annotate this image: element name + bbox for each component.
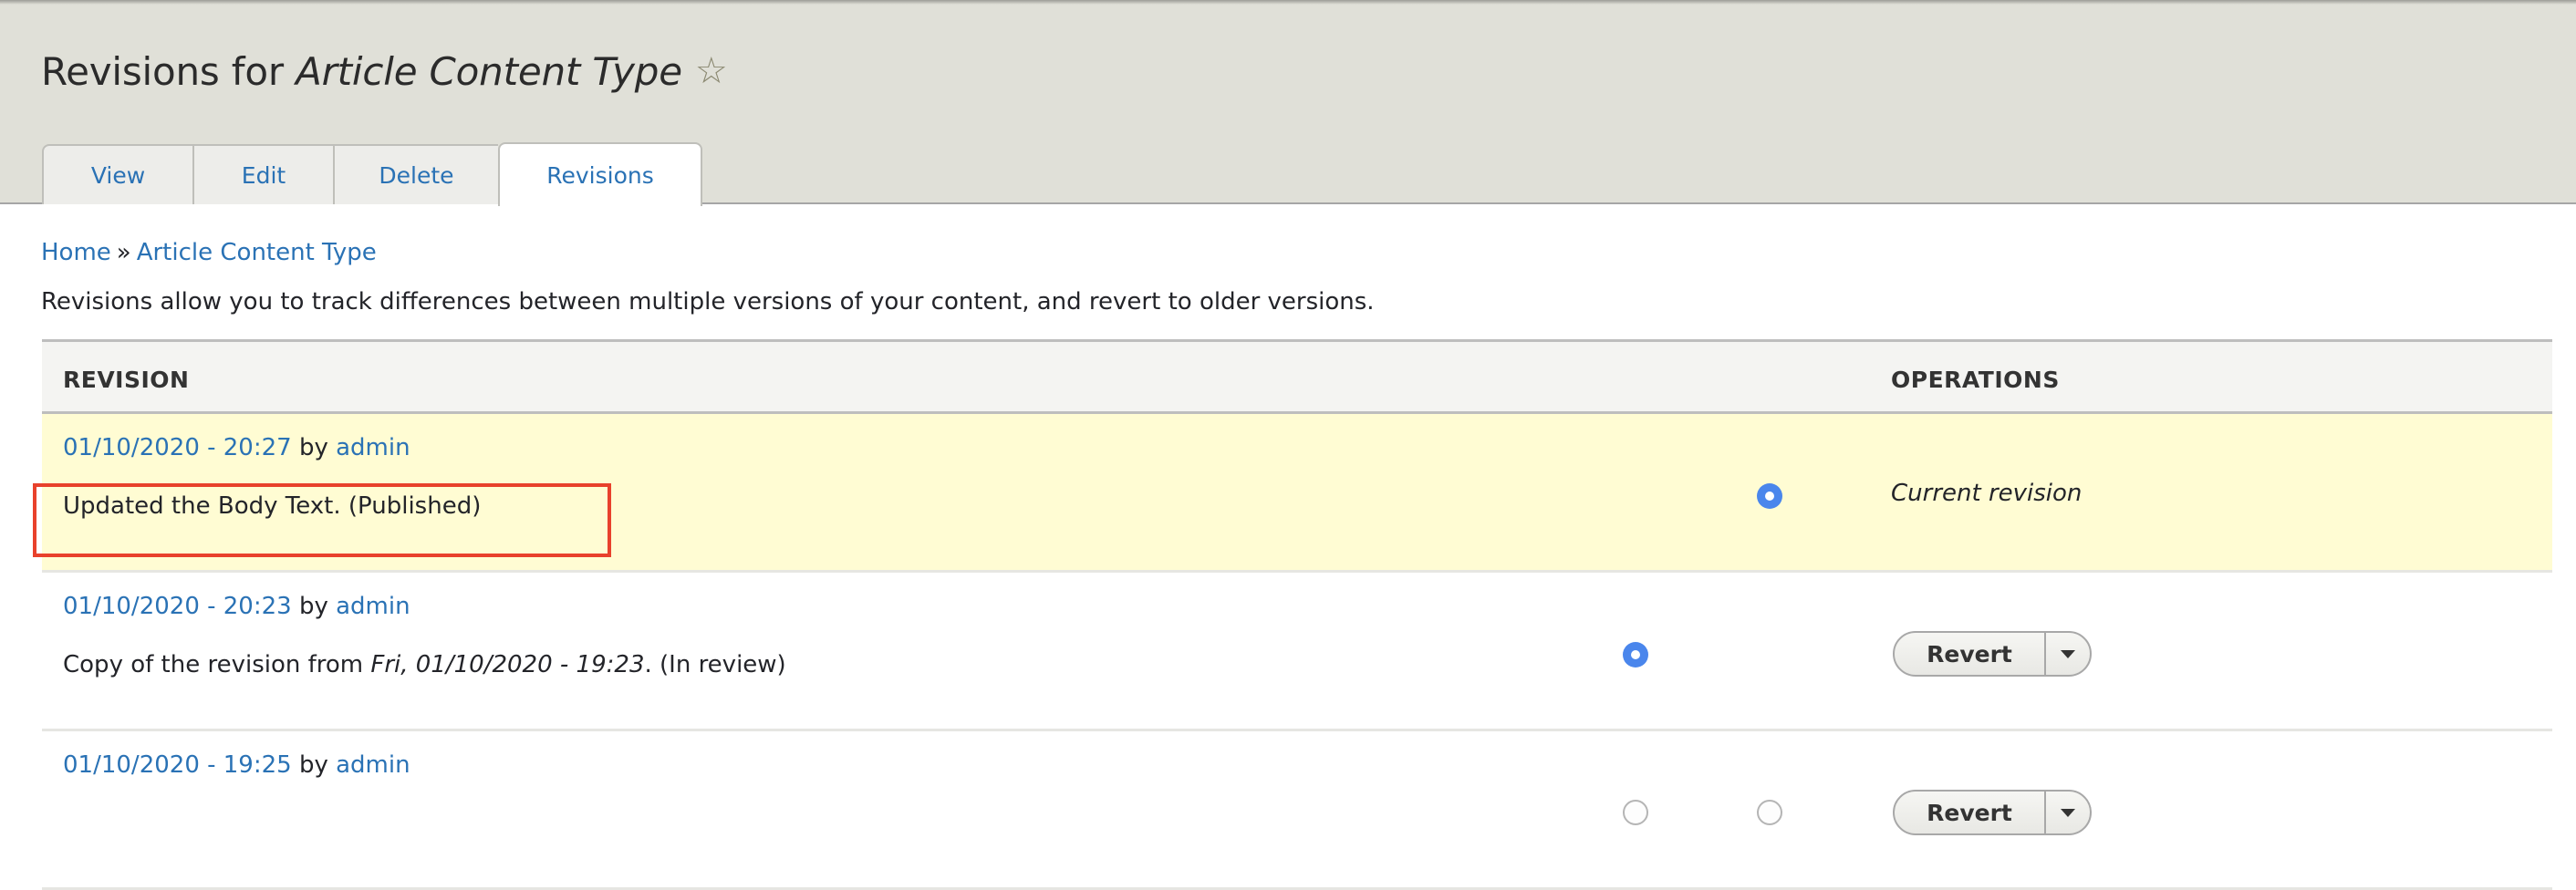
page-title: Revisions for Article Content Type ☆: [41, 49, 728, 94]
revision-meta: 01/10/2020 - 20:27 by admin: [63, 434, 410, 461]
breadcrumb-home[interactable]: Home: [41, 239, 111, 266]
breadcrumb-separator: »: [116, 239, 131, 266]
revert-dropdown-toggle[interactable]: [2044, 633, 2090, 675]
revert-button[interactable]: Revert: [1895, 792, 2044, 833]
revision-author-link[interactable]: admin: [336, 593, 410, 620]
column-header-revision: REVISION: [63, 367, 190, 393]
top-shadow: [0, 0, 2576, 5]
revision-log-message: Copy of the revision from Fri, 01/10/202…: [63, 651, 786, 678]
revision-by: by: [298, 593, 328, 620]
revert-dropbutton: Revert: [1893, 790, 2092, 835]
table-header: REVISION OPERATIONS: [42, 339, 2552, 414]
revert-dropdown-toggle[interactable]: [2044, 792, 2090, 833]
compare-radio-right[interactable]: [1757, 483, 1782, 509]
revision-log-message: Updated the Body Text. (Published): [63, 492, 482, 520]
revisions-table: REVISION OPERATIONS 01/10/2020 - 20:27 b…: [42, 339, 2552, 890]
compare-radio-left[interactable]: [1623, 642, 1648, 668]
tab-view[interactable]: View: [42, 144, 192, 204]
revision-author-link[interactable]: admin: [336, 434, 410, 461]
revert-dropbutton: Revert: [1893, 631, 2092, 677]
revert-button[interactable]: Revert: [1895, 633, 2044, 675]
page-title-entity: Article Content Type: [296, 49, 682, 94]
current-revision-label: Current revision: [1891, 480, 2083, 507]
revision-date-link[interactable]: 01/10/2020 - 19:25: [63, 751, 292, 779]
tab-edit[interactable]: Edit: [192, 144, 333, 204]
tab-revisions[interactable]: Revisions: [498, 142, 702, 206]
log-suffix: . (In review): [644, 651, 786, 678]
compare-radio-left[interactable]: [1623, 800, 1648, 825]
revision-by: by: [298, 434, 328, 461]
primary-tabs: View Edit Delete Revisions: [42, 142, 702, 206]
revision-date-link[interactable]: 01/10/2020 - 20:27: [63, 434, 292, 461]
page-header: Revisions for Article Content Type ☆ View…: [0, 0, 2576, 206]
revision-meta: 01/10/2020 - 19:25 by admin: [63, 751, 410, 779]
log-italic-date: Fri, 01/10/2020 - 19:23: [370, 651, 645, 678]
caret-down-icon: [2061, 808, 2075, 817]
breadcrumb-article-content-type[interactable]: Article Content Type: [137, 239, 377, 266]
revision-meta: 01/10/2020 - 20:23 by admin: [63, 593, 410, 620]
page-title-prefix: Revisions for: [41, 49, 296, 94]
log-prefix: Copy of the revision from: [63, 651, 371, 678]
compare-radio-right[interactable]: [1757, 800, 1782, 825]
breadcrumb: Home» Article Content Type: [41, 239, 377, 266]
revision-author-link[interactable]: admin: [336, 751, 410, 779]
revision-by: by: [298, 751, 328, 779]
table-row: 01/10/2020 - 20:27 by admin Updated the …: [42, 414, 2552, 573]
table-row: 01/10/2020 - 19:25 by admin Revert: [42, 731, 2552, 890]
table-row: 01/10/2020 - 20:23 by admin Copy of the …: [42, 573, 2552, 731]
revision-date-link[interactable]: 01/10/2020 - 20:23: [63, 593, 292, 620]
column-header-operations: OPERATIONS: [1891, 367, 2060, 393]
star-icon[interactable]: ☆: [695, 50, 728, 92]
tab-delete[interactable]: Delete: [333, 144, 498, 204]
revisions-description: Revisions allow you to track differences…: [41, 288, 1375, 316]
caret-down-icon: [2061, 649, 2075, 658]
